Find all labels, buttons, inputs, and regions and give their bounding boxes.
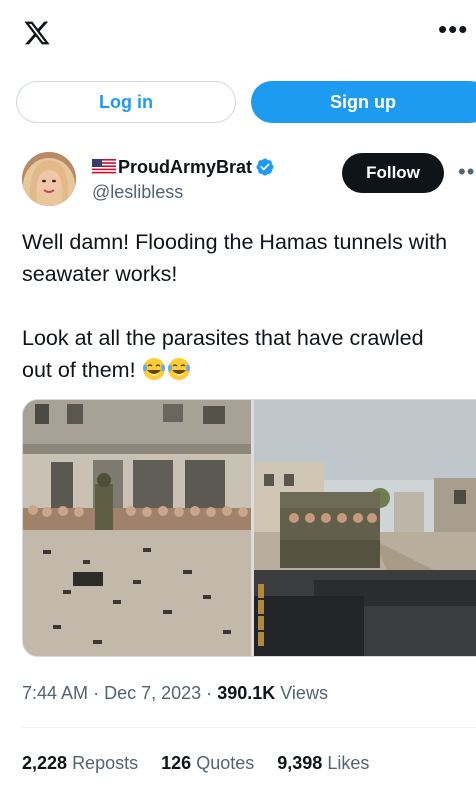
tweet-line-1: Well damn! Flooding the Hamas tunnels wi…	[22, 230, 448, 254]
reposts-label: Reposts	[72, 753, 139, 773]
more-options-icon[interactable]: •••	[438, 16, 468, 42]
views-count: 390.1K	[217, 683, 276, 703]
login-button[interactable]: Log in	[16, 81, 236, 123]
tweet-timestamp: 7:44 AM · Dec 7, 2023 · 390.1K Views	[22, 683, 328, 704]
auth-bar: Log in Sign up	[0, 81, 476, 123]
reposts-count: 2,228	[22, 753, 68, 773]
tweet-line-4-row: out of them!	[22, 354, 476, 386]
tweet-line-3: Look at all the parasites that have craw…	[22, 326, 424, 350]
tweet-media[interactable]	[22, 399, 476, 657]
likes-stat[interactable]: 9,398 Likes	[277, 753, 369, 773]
display-name[interactable]: ProudArmyBrat	[118, 157, 252, 178]
tweet-text: Well damn! Flooding the Hamas tunnels wi…	[22, 226, 476, 386]
tweet-more-icon[interactable]: •••	[458, 161, 476, 183]
likes-count: 9,398	[277, 753, 323, 773]
engagement-stats: 2,228 Reposts 126 Quotes 9,398 Likes	[22, 753, 387, 774]
face-with-tears-of-joy-icon	[167, 358, 190, 380]
tweet-time[interactable]: 7:44 AM	[22, 683, 88, 703]
author-handle[interactable]: @leslibless	[92, 182, 183, 203]
quotes-count: 126	[161, 753, 192, 773]
views-label: Views	[280, 683, 328, 703]
likes-label: Likes	[327, 753, 370, 773]
divider	[22, 727, 476, 728]
face-with-tears-of-joy-icon	[142, 358, 165, 380]
verified-badge-icon	[256, 158, 274, 176]
avatar[interactable]	[22, 152, 76, 206]
tweet-line-4: out of them!	[22, 358, 136, 382]
x-logo-icon[interactable]	[22, 19, 52, 47]
signup-button[interactable]: Sign up	[251, 81, 476, 123]
author-name-row: ProudArmyBrat	[92, 155, 275, 179]
meta-separator: ·	[206, 683, 213, 703]
top-bar: •••	[0, 0, 476, 70]
us-flag-icon	[92, 159, 116, 175]
tweet-line-2: seawater works!	[22, 262, 178, 286]
media-photo-right[interactable]	[254, 400, 476, 657]
tweet-date[interactable]: Dec 7, 2023	[104, 683, 201, 703]
quotes-stat[interactable]: 126 Quotes	[161, 753, 254, 773]
quotes-label: Quotes	[196, 753, 255, 773]
follow-button[interactable]: Follow	[342, 153, 444, 193]
media-photo-left[interactable]	[23, 400, 251, 657]
meta-separator: ·	[93, 683, 100, 703]
reposts-stat[interactable]: 2,228 Reposts	[22, 753, 138, 773]
